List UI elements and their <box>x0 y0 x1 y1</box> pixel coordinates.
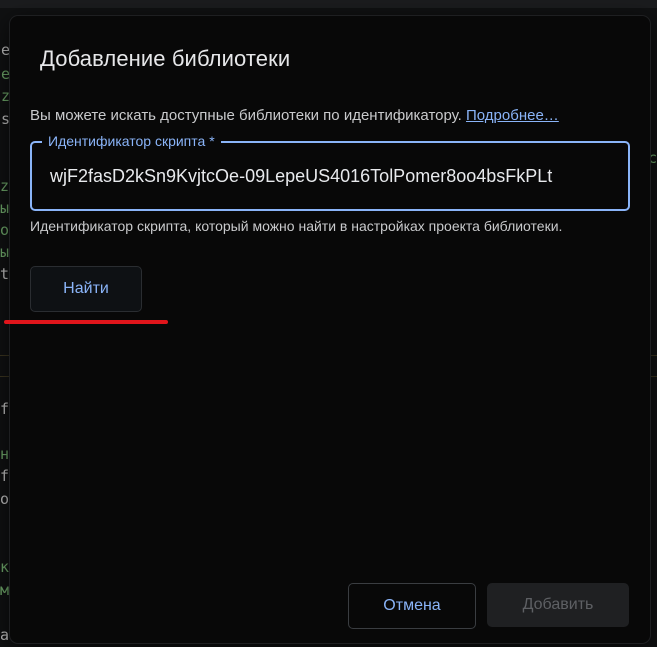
background-code-char: н <box>0 445 10 463</box>
dialog-title: Добавление библиотеки <box>40 46 291 71</box>
add-button[interactable]: Добавить <box>487 583 629 627</box>
background-code-char: s <box>1 110 11 128</box>
background-code-char: e <box>1 65 11 83</box>
background-code-char: e <box>1 41 11 59</box>
background-code-char: a <box>0 626 10 644</box>
background-code-char: t <box>0 265 10 283</box>
background-code-char: z <box>0 177 10 195</box>
script-id-hint: Идентификатор скрипта, который можно най… <box>30 218 563 234</box>
background-top-bar <box>0 0 657 8</box>
dialog-description: Вы можете искать доступные библиотеки по… <box>30 107 559 124</box>
background-code-char: м <box>0 581 10 599</box>
script-id-field[interactable]: Идентификатор скрипта * <box>30 132 630 211</box>
script-id-input[interactable] <box>48 162 612 190</box>
background-code-char: z <box>1 87 11 105</box>
background-code-char: ы <box>0 243 10 261</box>
background-code-char: f <box>0 467 10 485</box>
background-code-char: ы <box>0 199 10 217</box>
cancel-button[interactable]: Отмена <box>348 583 476 629</box>
find-button[interactable]: Найти <box>30 266 142 312</box>
learn-more-link[interactable]: Подробнее… <box>466 107 559 124</box>
add-library-dialog: Добавление библиотеки Вы можете искать д… <box>4 16 650 643</box>
background-code-char: f <box>0 400 10 418</box>
annotation-underline <box>4 320 168 324</box>
script-id-label: Идентификатор скрипта * <box>42 132 221 150</box>
background-code-char: к <box>0 558 10 576</box>
background-code-char: o <box>0 221 10 239</box>
background-code-char: o <box>0 490 10 508</box>
description-text: Вы можете искать доступные библиотеки по… <box>30 107 462 124</box>
